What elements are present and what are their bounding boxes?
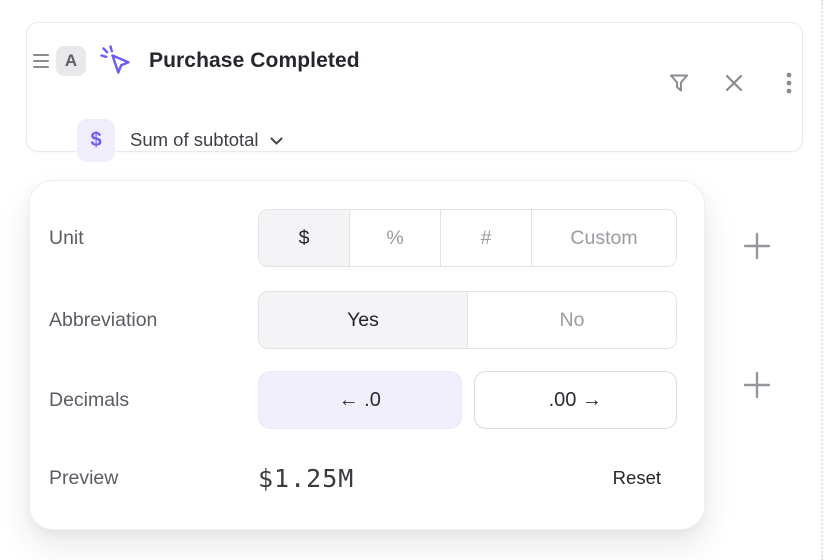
dollar-metric-icon: $ — [77, 119, 115, 162]
unit-label: Unit — [49, 227, 258, 250]
metric-label: Sum of subtotal — [130, 129, 259, 151]
abbreviation-option-no[interactable]: No — [467, 292, 676, 348]
canvas-edge-dotted-divider — [821, 0, 823, 560]
decimals-decrease-button[interactable]: ← .0 — [258, 371, 462, 429]
preview-label: Preview — [49, 467, 258, 490]
unit-option-percent[interactable]: % — [349, 210, 440, 266]
add-item-plus-icon[interactable] — [741, 369, 773, 401]
number-format-panel: Unit $ % # Custom Abbreviation Yes No De… — [29, 180, 705, 530]
reset-button[interactable]: Reset — [613, 467, 661, 489]
preview-row: Preview $1.25M Reset — [49, 449, 677, 507]
unit-option-dollar[interactable]: $ — [259, 210, 349, 266]
preview-value: $1.25M — [258, 464, 354, 493]
drag-handle-icon[interactable] — [33, 54, 49, 68]
event-card: A Purchase Completed — [26, 22, 803, 152]
unit-option-custom[interactable]: Custom — [531, 210, 676, 266]
unit-row: Unit $ % # Custom — [49, 209, 677, 267]
close-icon[interactable] — [721, 69, 747, 97]
unit-segmented-control: $ % # Custom — [258, 209, 677, 267]
decimals-increase-button[interactable]: .00 → — [474, 371, 678, 429]
more-options-kebab-icon[interactable] — [776, 69, 802, 97]
metric-selector[interactable]: $ Sum of subtotal — [77, 118, 285, 162]
add-filter-plus-icon[interactable] — [741, 230, 773, 262]
abbreviation-label: Abbreviation — [49, 309, 258, 332]
filter-icon[interactable] — [666, 69, 692, 97]
event-order-badge: A — [56, 46, 86, 76]
decimals-label: Decimals — [49, 389, 258, 412]
chevron-down-icon[interactable] — [268, 132, 285, 149]
abbreviation-segmented-control: Yes No — [258, 291, 677, 349]
abbreviation-row: Abbreviation Yes No — [49, 291, 677, 349]
decimals-row: Decimals ← .0 .00 → — [49, 371, 677, 429]
decimals-controls: ← .0 .00 → — [258, 371, 677, 429]
event-click-cursor-icon — [99, 44, 133, 78]
event-title: Purchase Completed — [149, 49, 360, 73]
unit-option-number[interactable]: # — [440, 210, 531, 266]
event-card-actions — [666, 69, 802, 97]
abbreviation-option-yes[interactable]: Yes — [259, 292, 467, 348]
